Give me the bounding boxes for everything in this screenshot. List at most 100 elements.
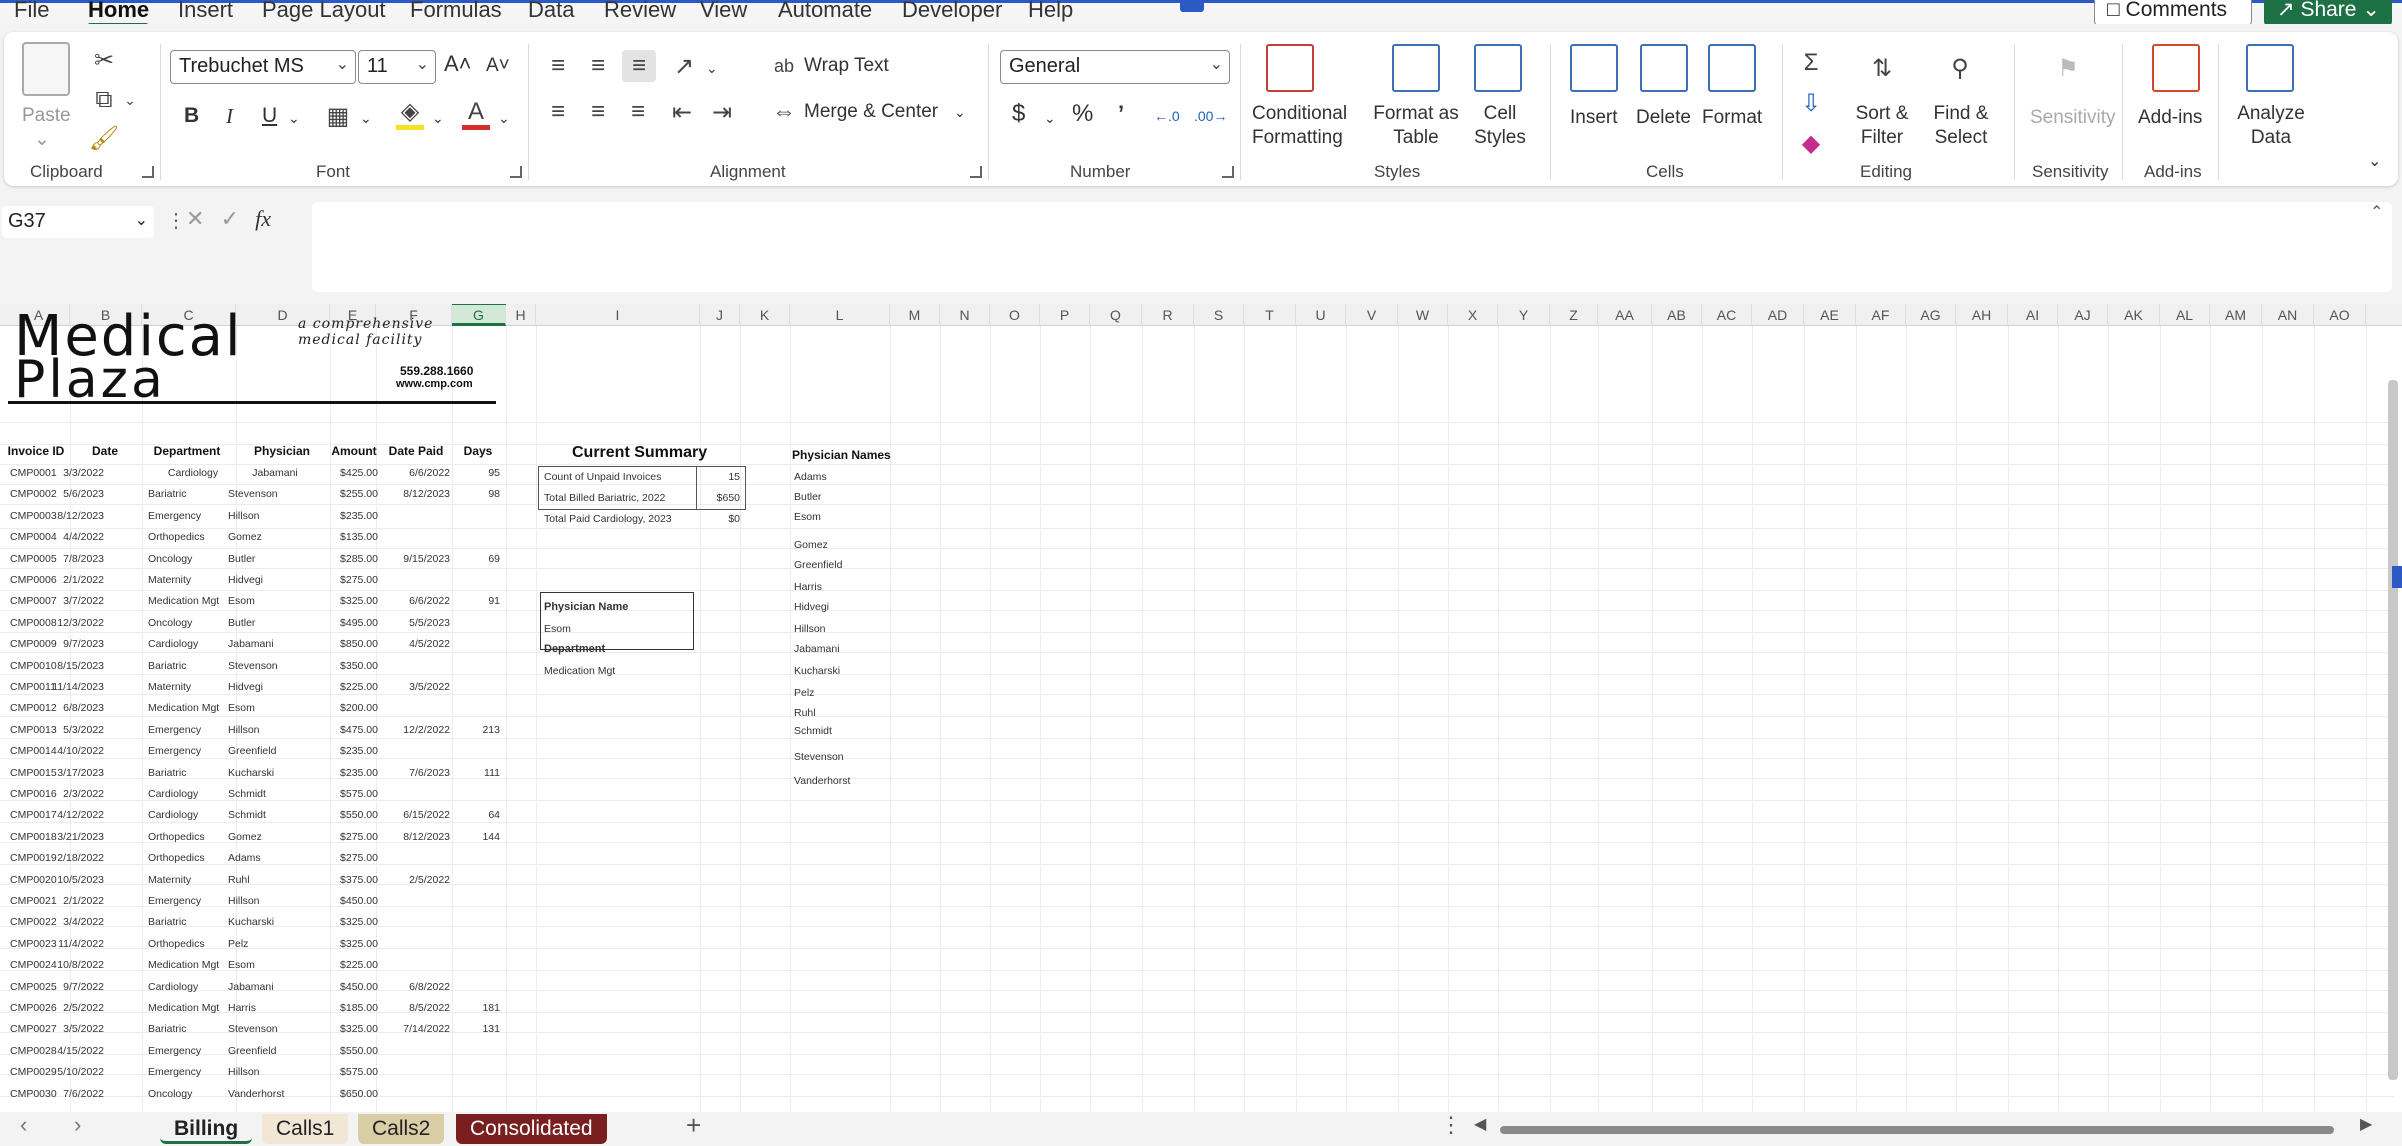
table-cell[interactable]: 95 [452, 466, 500, 480]
physician-name-item[interactable]: Vanderhorst [794, 774, 850, 788]
physician-name-item[interactable]: Harris [794, 580, 822, 594]
column-header-v[interactable]: V [1346, 304, 1398, 326]
table-cell[interactable]: $350.00 [330, 659, 378, 673]
table-cell[interactable]: Bariatric [148, 659, 238, 673]
conditional-formatting-button[interactable]: Conditional Formatting [1252, 102, 1347, 150]
column-header-o[interactable]: O [990, 304, 1040, 326]
currency-button[interactable]: $ [1012, 102, 1025, 126]
table-cell[interactable]: 9/7/2023 [52, 637, 104, 651]
table-cell[interactable]: Bariatric [148, 487, 238, 501]
table-cell[interactable]: Hillson [228, 1065, 322, 1079]
table-cell[interactable]: 7/14/2022 [390, 1022, 450, 1036]
format-as-table-button[interactable]: Format as Table [1366, 102, 1466, 150]
menu-developer[interactable]: Developer [902, 0, 1002, 23]
chevron-down-icon[interactable]: ⌄ [1044, 106, 1056, 130]
number-format-select[interactable]: General ⌄ [1000, 50, 1230, 84]
table-cell[interactable]: 11/14/2023 [52, 680, 104, 694]
menu-review[interactable]: Review [604, 0, 676, 23]
summary-value[interactable]: $650 [696, 491, 740, 505]
table-cell[interactable]: 7/8/2023 [52, 552, 104, 566]
drag-handle-icon[interactable] [1180, 0, 1204, 12]
menu-automate[interactable]: Automate [778, 0, 872, 23]
table-cell[interactable]: Hidvegi [228, 680, 322, 694]
table-cell[interactable]: Maternity [148, 573, 238, 587]
sheet-tab-billing[interactable]: Billing [160, 1114, 253, 1144]
decrease-font-icon[interactable]: A˅ [486, 54, 510, 78]
physician-name-item[interactable]: Kucharski [794, 664, 840, 678]
chevron-down-icon[interactable]: ⌄ [34, 128, 50, 152]
column-header-r[interactable]: R [1142, 304, 1194, 326]
table-cell[interactable]: Greenfield [228, 1044, 322, 1058]
horizontal-scrollbar[interactable] [1500, 1126, 2334, 1134]
clear-icon[interactable]: ◆ [1796, 128, 1826, 158]
table-cell[interactable]: $275.00 [330, 851, 378, 865]
physician-name-item[interactable]: Jabamani [794, 642, 840, 656]
table-cell[interactable]: Emergency [148, 509, 238, 523]
table-cell[interactable]: Orthopedics [148, 830, 238, 844]
menu-page-layout[interactable]: Page Layout [262, 0, 386, 23]
table-cell[interactable]: Medication Mgt [148, 701, 238, 715]
table-cell[interactable]: $425.00 [330, 466, 378, 480]
table-cell[interactable]: $275.00 [330, 830, 378, 844]
physician-name-item[interactable]: Butler [794, 490, 821, 504]
cell-styles-button[interactable]: Cell Styles [1464, 102, 1536, 150]
paste-icon[interactable] [22, 42, 70, 96]
table-cell[interactable]: Medication Mgt [148, 958, 238, 972]
table-cell[interactable]: 5/3/2022 [52, 723, 104, 737]
table-cell[interactable]: $325.00 [330, 594, 378, 608]
table-cell[interactable]: Hillson [228, 509, 322, 523]
table-cell[interactable]: 9/7/2022 [52, 980, 104, 994]
align-center-icon[interactable]: ≡ [584, 98, 612, 126]
column-header-y[interactable]: Y [1498, 304, 1550, 326]
table-cell[interactable]: 6/15/2022 [390, 808, 450, 822]
sheet-tab-calls1[interactable]: Calls1 [262, 1114, 349, 1144]
orientation-icon[interactable]: ↗ [670, 52, 698, 80]
collapse-formula-bar-icon[interactable]: ⌃ [2370, 202, 2383, 222]
table-cell[interactable]: 9/15/2023 [390, 552, 450, 566]
department-value[interactable]: Medication Mgt [544, 664, 615, 678]
table-cell[interactable]: Bariatric [148, 915, 238, 929]
autosum-icon[interactable]: Σ [1796, 48, 1826, 78]
table-cell[interactable]: 131 [452, 1022, 500, 1036]
table-cell[interactable]: $235.00 [330, 744, 378, 758]
table-cell[interactable]: Greenfield [228, 744, 322, 758]
delete-cells-icon[interactable] [1640, 44, 1688, 92]
increase-font-icon[interactable]: A˄ [444, 52, 472, 76]
table-cell[interactable]: $650.00 [330, 1087, 378, 1101]
menu-view[interactable]: View [700, 0, 747, 23]
physician-name-item[interactable]: Hillson [794, 622, 826, 636]
table-cell[interactable]: 3/17/2023 [52, 766, 104, 780]
collapse-ribbon-icon[interactable]: ⌄ [2368, 150, 2381, 174]
delete-button[interactable]: Delete [1636, 106, 1691, 130]
table-cell[interactable]: $450.00 [330, 894, 378, 908]
align-left-icon[interactable]: ≡ [544, 98, 572, 126]
format-button[interactable]: Format [1702, 106, 1762, 130]
table-cell[interactable]: Oncology [148, 1087, 238, 1101]
table-cell[interactable]: Orthopedics [148, 851, 238, 865]
column-header-ak[interactable]: AK [2108, 304, 2160, 326]
table-cell[interactable]: Hillson [228, 894, 322, 908]
merge-center-button[interactable]: Merge & Center [804, 100, 938, 124]
table-cell[interactable]: $285.00 [330, 552, 378, 566]
column-header-am[interactable]: AM [2210, 304, 2262, 326]
table-cell[interactable]: $275.00 [330, 573, 378, 587]
decrease-decimal-icon[interactable]: .00→ [1194, 104, 1227, 128]
table-cell[interactable]: 5/10/2022 [52, 1065, 104, 1079]
table-cell[interactable]: 3/4/2022 [52, 915, 104, 929]
font-color-icon[interactable]: A [462, 98, 490, 130]
fill-color-icon[interactable]: ◈ [396, 98, 424, 130]
physician-name-item[interactable]: Gomez [794, 538, 828, 552]
dialog-launcher-icon[interactable] [142, 166, 154, 178]
table-cell[interactable]: Cardiology [148, 980, 238, 994]
table-cell[interactable]: Cardiology [148, 466, 238, 480]
table-cell[interactable]: Esom [228, 594, 322, 608]
table-cell[interactable]: $135.00 [330, 530, 378, 544]
add-ins-button[interactable]: Add-ins [2138, 106, 2202, 130]
table-cell[interactable]: 2/1/2022 [52, 573, 104, 587]
table-cell[interactable]: 4/5/2022 [390, 637, 450, 651]
table-cell[interactable]: 98 [452, 487, 500, 501]
table-cell[interactable]: 4/10/2022 [52, 744, 104, 758]
chevron-down-icon[interactable]: ⌄ [954, 100, 966, 124]
table-cell[interactable]: 8/5/2022 [390, 1001, 450, 1015]
chevron-down-icon[interactable]: ⌄ [498, 106, 510, 130]
